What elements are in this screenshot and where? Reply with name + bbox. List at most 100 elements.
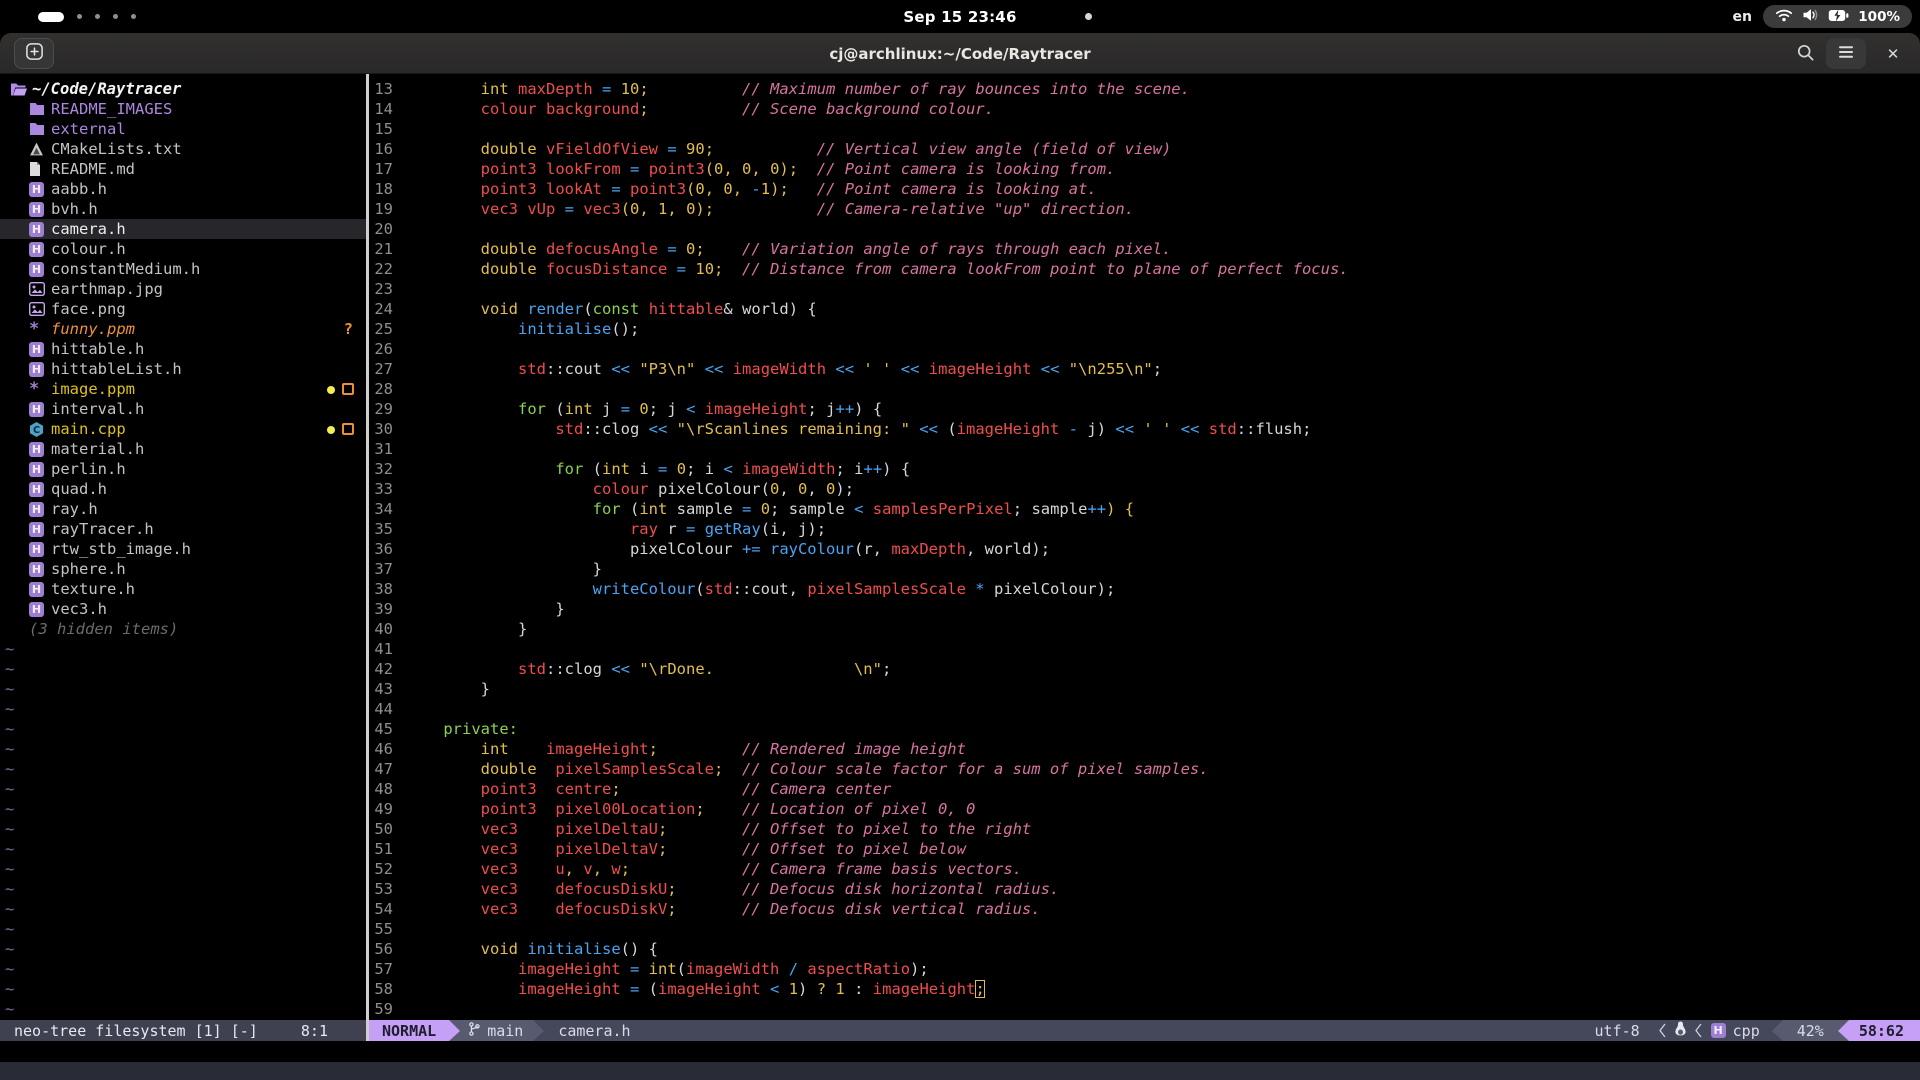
code-line-32[interactable]: 32 for (int i = 0; i < imageWidth; i++) …: [369, 459, 1920, 479]
tree-item-cmakelists-txt[interactable]: CMakeLists.txt: [0, 139, 366, 159]
tree-item-rtw-stb-image-h[interactable]: Hrtw_stb_image.h: [0, 539, 366, 559]
code-line-46[interactable]: 46 int imageHeight; // Rendered image he…: [369, 739, 1920, 759]
tree-item-interval-h[interactable]: Hinterval.h: [0, 399, 366, 419]
tree-item-funny-ppm[interactable]: *funny.ppm?: [0, 319, 366, 339]
tree-item-readme-images[interactable]: README_IMAGES: [0, 99, 366, 119]
code-line-20[interactable]: 20: [369, 219, 1920, 239]
code-line-49[interactable]: 49 point3 pixel00Location; // Location o…: [369, 799, 1920, 819]
tree-item-material-h[interactable]: Hmaterial.h: [0, 439, 366, 459]
tree-item-quad-h[interactable]: Hquad.h: [0, 479, 366, 499]
tree-item-hittable-h[interactable]: Hhittable.h: [0, 339, 366, 359]
menu-button[interactable]: [1826, 38, 1866, 69]
line-number: 20: [369, 219, 393, 239]
code-line-47[interactable]: 47 double pixelSamplesScale; // Colour s…: [369, 759, 1920, 779]
window-separator[interactable]: [366, 74, 369, 1041]
code-text: point3 pixel00Location; // Location of p…: [406, 799, 975, 819]
code-line-39[interactable]: 39 }: [369, 599, 1920, 619]
tree-item--3-hidden-items-[interactable]: (3 hidden items): [0, 619, 366, 639]
code-line-57[interactable]: 57 imageHeight = int(imageWidth / aspect…: [369, 959, 1920, 979]
code-line-28[interactable]: 28: [369, 379, 1920, 399]
code-line-35[interactable]: 35 ray r = getRay(i, j);: [369, 519, 1920, 539]
code-line-19[interactable]: 19 vec3 vUp = vec3(0, 1, 0); // Camera-r…: [369, 199, 1920, 219]
code-text: double vFieldOfView = 90; // Vertical vi…: [406, 139, 1171, 159]
clock[interactable]: Sep 15 23:46: [903, 8, 1016, 26]
h-icon: H: [29, 182, 51, 197]
h-icon: H: [29, 402, 51, 417]
code-line-37[interactable]: 37 }: [369, 559, 1920, 579]
code-line-44[interactable]: 44: [369, 699, 1920, 719]
tree-item-main-cpp[interactable]: Cmain.cpp: [0, 419, 366, 439]
code-line-53[interactable]: 53 vec3 defocusDiskU; // Defocus disk ho…: [369, 879, 1920, 899]
code-line-41[interactable]: 41: [369, 639, 1920, 659]
code-line-29[interactable]: 29 for (int j = 0; j < imageHeight; j++)…: [369, 399, 1920, 419]
code-line-51[interactable]: 51 vec3 pixelDeltaV; // Offset to pixel …: [369, 839, 1920, 859]
code-line-43[interactable]: 43 }: [369, 679, 1920, 699]
empty-line-marker: ~: [0, 999, 366, 1019]
code-line-31[interactable]: 31: [369, 439, 1920, 459]
code-line-58[interactable]: 58 imageHeight = (imageHeight < 1) ? 1 :…: [369, 979, 1920, 999]
code-line-30[interactable]: 30 std::clog << "\rScanlines remaining: …: [369, 419, 1920, 439]
tree-item-sphere-h[interactable]: Hsphere.h: [0, 559, 366, 579]
line-number: 59: [369, 999, 393, 1019]
tree-item-ray-h[interactable]: Hray.h: [0, 499, 366, 519]
tree-item-earthmap-jpg[interactable]: earthmap.jpg: [0, 279, 366, 299]
code-line-15[interactable]: 15: [369, 119, 1920, 139]
editor-pane[interactable]: 13 int maxDepth = 10; // Maximum number …: [369, 74, 1920, 1020]
tree-item--code-raytracer[interactable]: ~/Code/Raytracer: [0, 79, 366, 99]
code-line-48[interactable]: 48 point3 centre; // Camera center: [369, 779, 1920, 799]
code-line-56[interactable]: 56 void initialise() {: [369, 939, 1920, 959]
tree-item-camera-h[interactable]: Hcamera.h: [0, 219, 366, 239]
tree-item-raytracer-h[interactable]: HrayTracer.h: [0, 519, 366, 539]
tree-item-aabb-h[interactable]: Haabb.h: [0, 179, 366, 199]
code-line-34[interactable]: 34 for (int sample = 0; sample < samples…: [369, 499, 1920, 519]
code-line-13[interactable]: 13 int maxDepth = 10; // Maximum number …: [369, 79, 1920, 99]
code-line-17[interactable]: 17 point3 lookFrom = point3(0, 0, 0); //…: [369, 159, 1920, 179]
tree-item-image-ppm[interactable]: *image.ppm: [0, 379, 366, 399]
tree-item-hittablelist-h[interactable]: HhittableList.h: [0, 359, 366, 379]
tree-item-colour-h[interactable]: Hcolour.h: [0, 239, 366, 259]
code-line-50[interactable]: 50 vec3 pixelDeltaU; // Offset to pixel …: [369, 819, 1920, 839]
code-line-52[interactable]: 52 vec3 u, v, w; // Camera frame basis v…: [369, 859, 1920, 879]
code-line-21[interactable]: 21 double defocusAngle = 0; // Variation…: [369, 239, 1920, 259]
code-line-38[interactable]: 38 writeColour(std::cout, pixelSamplesSc…: [369, 579, 1920, 599]
tree-item-readme-md[interactable]: README.md: [0, 159, 366, 179]
tree-item-vec3-h[interactable]: Hvec3.h: [0, 599, 366, 619]
hamburger-menu-icon: [1838, 44, 1854, 63]
line-number: 38: [369, 579, 393, 599]
empty-line-marker: ~: [0, 959, 366, 979]
close-window-button[interactable]: ✕: [1880, 41, 1906, 67]
code-line-36[interactable]: 36 pixelColour += rayColour(r, maxDepth,…: [369, 539, 1920, 559]
neotree-sidebar[interactable]: ~/Code/RaytracerREADME_IMAGESexternalCMa…: [0, 74, 366, 1020]
search-button[interactable]: [1794, 43, 1816, 65]
code-line-55[interactable]: 55: [369, 919, 1920, 939]
tree-item-label: material.h: [51, 440, 144, 458]
code-line-16[interactable]: 16 double vFieldOfView = 90; // Vertical…: [369, 139, 1920, 159]
tree-item-texture-h[interactable]: Htexture.h: [0, 579, 366, 599]
code-line-26[interactable]: 26: [369, 339, 1920, 359]
code-line-14[interactable]: 14 colour background; // Scene backgroun…: [369, 99, 1920, 119]
code-line-22[interactable]: 22 double focusDistance = 10; // Distanc…: [369, 259, 1920, 279]
code-line-42[interactable]: 42 std::clog << "\rDone. \n";: [369, 659, 1920, 679]
empty-line-marker: ~: [0, 779, 366, 799]
code-line-25[interactable]: 25 initialise();: [369, 319, 1920, 339]
tree-item-perlin-h[interactable]: Hperlin.h: [0, 459, 366, 479]
keyboard-layout-indicator[interactable]: en: [1733, 0, 1752, 33]
code-line-33[interactable]: 33 colour pixelColour(0, 0, 0);: [369, 479, 1920, 499]
code-line-45[interactable]: 45 private:: [369, 719, 1920, 739]
command-line[interactable]: [0, 1041, 1920, 1062]
code-line-18[interactable]: 18 point3 lookAt = point3(0, 0, -1); // …: [369, 179, 1920, 199]
code-line-59[interactable]: 59: [369, 999, 1920, 1019]
code-line-24[interactable]: 24 void render(const hittable& world) {: [369, 299, 1920, 319]
tree-item-external[interactable]: external: [0, 119, 366, 139]
tree-item-constantmedium-h[interactable]: HconstantMedium.h: [0, 259, 366, 279]
tree-item-bvh-h[interactable]: Hbvh.h: [0, 199, 366, 219]
code-line-54[interactable]: 54 vec3 defocusDiskV; // Defocus disk ve…: [369, 899, 1920, 919]
tree-item-face-png[interactable]: face.png: [0, 299, 366, 319]
code-line-27[interactable]: 27 std::cout << "P3\n" << imageWidth << …: [369, 359, 1920, 379]
code-line-23[interactable]: 23: [369, 279, 1920, 299]
git-unstaged-dot-icon: [327, 386, 335, 394]
line-number: 33: [369, 479, 393, 499]
system-status-pill[interactable]: 100%: [1763, 5, 1912, 28]
code-line-40[interactable]: 40 }: [369, 619, 1920, 639]
code-text: vec3 defocusDiskV; // Defocus disk verti…: [406, 899, 1041, 919]
